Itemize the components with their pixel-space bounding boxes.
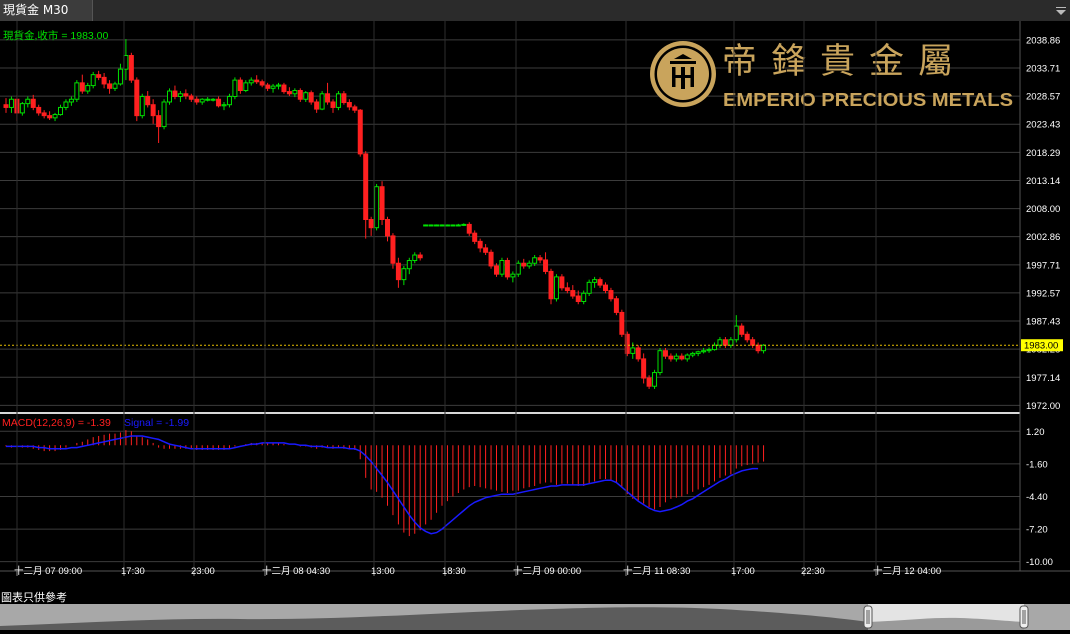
candle xyxy=(450,224,456,227)
candle xyxy=(134,77,140,122)
macd-tick-label: -4.40 xyxy=(1026,492,1048,503)
navigator-right-handle[interactable] xyxy=(1019,605,1029,629)
candle xyxy=(428,224,434,227)
price-tick-label: 2008.00 xyxy=(1026,204,1060,215)
candle xyxy=(74,80,80,102)
candle xyxy=(613,296,619,316)
symbol-close-label: 現貨金,收市 = 1983.00 xyxy=(3,29,108,42)
time-tick-label: 22:30 xyxy=(801,566,825,577)
candle xyxy=(139,93,145,119)
candle xyxy=(379,181,385,225)
candle xyxy=(444,224,450,227)
candle xyxy=(439,224,445,227)
candle xyxy=(619,309,625,338)
candle xyxy=(357,109,363,157)
navigator-overview xyxy=(0,604,1070,630)
price-tick-label: 1977.14 xyxy=(1026,373,1060,384)
candle xyxy=(504,257,510,280)
price-tick-label: 2038.86 xyxy=(1026,35,1060,46)
candle xyxy=(657,347,663,376)
candle xyxy=(488,249,494,269)
time-tick-label: 十二月 12 04:00 xyxy=(873,565,941,577)
price-tick-label: 2018.29 xyxy=(1026,148,1060,159)
logo-chinese-name: 帝鋒貴金屬 xyxy=(722,42,967,82)
candle xyxy=(553,274,559,302)
navigator-left-handle[interactable] xyxy=(863,605,873,629)
macd-tick-label: -1.60 xyxy=(1026,459,1048,470)
chart-disclaimer: 圖表只供參考 xyxy=(1,591,67,604)
candle xyxy=(232,77,238,100)
candle xyxy=(515,260,521,277)
candle xyxy=(319,91,325,111)
time-tick-label: 十二月 11 08:30 xyxy=(623,565,690,577)
candle xyxy=(652,369,658,389)
candle xyxy=(167,88,172,105)
price-tick-label: 1972.00 xyxy=(1026,401,1060,412)
candle xyxy=(586,279,592,297)
candle xyxy=(499,257,505,277)
price-tick-label: 1992.57 xyxy=(1026,288,1060,299)
candle xyxy=(374,183,380,231)
time-tick-label: 十二月 07 09:00 xyxy=(14,565,82,577)
candle xyxy=(548,268,554,305)
candle xyxy=(434,224,440,227)
tab-title: 現貨金 M30 xyxy=(3,3,69,17)
candle xyxy=(423,224,429,227)
candle xyxy=(161,99,167,130)
price-tick-label: 2028.57 xyxy=(1026,92,1060,103)
tab-bar: 現貨金 M30 xyxy=(0,0,1070,22)
macd-signal-label: Signal = -1.99 xyxy=(124,417,189,429)
candle xyxy=(390,233,396,269)
candle xyxy=(335,91,341,111)
current-price-label: 1983.00 xyxy=(1024,341,1058,352)
price-tick-label: 2002.86 xyxy=(1026,232,1060,243)
macd-tick-label: -10.00 xyxy=(1026,557,1053,568)
macd-tick-label: 1.20 xyxy=(1026,427,1045,438)
candle xyxy=(635,345,641,362)
time-tick-label: 十二月 09 00:00 xyxy=(513,565,581,577)
price-tick-label: 1987.43 xyxy=(1026,317,1060,328)
time-tick-label: 十二月 08 04:30 xyxy=(262,565,330,577)
candle xyxy=(128,52,134,83)
logo-english-name: EMPERIO PRECIOUS METALS xyxy=(723,89,1013,110)
macd-tick-label: -7.20 xyxy=(1026,525,1048,536)
price-tick-label: 2033.71 xyxy=(1026,64,1060,75)
time-tick-label: 13:00 xyxy=(371,566,395,577)
time-tick-label: 18:30 xyxy=(442,566,466,577)
logo-emblem-icon xyxy=(650,41,716,107)
macd-label: MACD(12,26,9) = -1.39 xyxy=(2,417,111,429)
candle xyxy=(90,71,96,89)
time-tick-label: 17:30 xyxy=(121,566,145,577)
price-tick-label: 2013.14 xyxy=(1026,176,1060,187)
time-tick-label: 23:00 xyxy=(191,566,215,577)
price-chart[interactable]: 帝鋒貴金屬 EMPERIO PRECIOUS METALS 2038.86 203… xyxy=(0,21,1070,604)
price-tick-label: 1997.71 xyxy=(1026,260,1060,271)
candle xyxy=(559,274,565,291)
chart-navigator-scrollbar[interactable] xyxy=(0,604,1070,630)
price-tick-label: 2023.43 xyxy=(1026,120,1060,131)
time-tick-label: 17:00 xyxy=(731,566,755,577)
tab-menu-dropdown-icon[interactable] xyxy=(1056,4,1066,15)
tab-chart-gold-m30[interactable]: 現貨金 M30 xyxy=(0,0,93,21)
